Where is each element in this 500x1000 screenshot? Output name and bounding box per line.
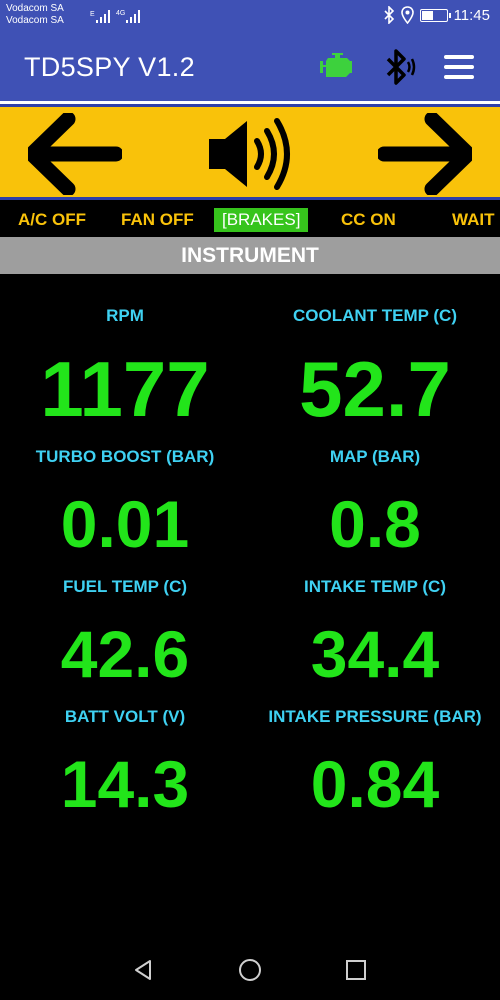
fuel-temp-label: FUEL TEMP (C) [62,577,188,596]
indicator-wait[interactable]: WAIT [452,208,495,232]
arrow-left-icon[interactable] [28,113,122,195]
bluetooth-icon[interactable] [378,47,418,87]
status-right: 11:45 [383,6,490,24]
map-value: 0.8 [329,487,421,561]
battery-icon [419,8,451,22]
rpm-label: RPM [106,306,144,325]
status-bar: Vodacom SA Vodacom SA E 4G 11:45 [0,0,500,33]
bluetooth-status-icon [383,6,394,24]
network-1: E [90,11,95,18]
carrier-1: Vodacom SA [6,3,64,14]
fuel-temp-value: 42.6 [60,617,190,691]
coolant-temp-label: COOLANT TEMP (C) [292,306,457,325]
section-title: INSTRUMENT [0,237,500,274]
turbo-boost-label: TURBO BOOST (BAR) [35,447,215,466]
turbo-boost-value: 0.01 [60,487,190,561]
signal-1-icon: E [90,10,110,23]
intake-temp-value: 34.4 [310,617,440,691]
carrier-2: Vodacom SA [6,15,64,26]
battery-level [421,10,434,20]
control-panel [0,104,500,200]
engine-check-icon[interactable] [314,47,358,87]
signal-2-icon: 4G [116,10,140,23]
speaker-icon[interactable] [205,113,297,195]
intake-pressure-label: INTAKE PRESSURE (BAR) [268,707,482,726]
intake-temp-label: INTAKE TEMP (C) [304,577,446,596]
map-label: MAP (BAR) [329,447,421,466]
batt-volt-value: 14.3 [60,747,190,821]
recents-icon[interactable] [344,958,368,982]
indicator-cruise-control[interactable]: CC ON [341,208,396,232]
network-2: 4G [116,10,125,17]
app-title: TD5SPY V1.2 [24,52,195,82]
indicator-strip: A/C OFF FAN OFF [BRAKES] CC ON WAIT [0,205,500,235]
arrow-right-icon[interactable] [378,113,472,195]
indicator-brakes[interactable]: [BRAKES] [214,208,309,232]
system-nav-bar [0,940,500,1000]
clock: 11:45 [453,6,490,24]
menu-icon[interactable] [440,47,480,87]
carrier-info: Vodacom SA Vodacom SA [6,3,64,27]
app-bar: TD5SPY V1.2 [0,33,500,101]
indicator-ac[interactable]: A/C OFF [18,208,86,232]
intake-pressure-value: 0.84 [310,747,440,821]
back-icon[interactable] [131,958,155,982]
location-icon [400,6,414,24]
batt-volt-label: BATT VOLT (V) [64,707,186,726]
coolant-temp-value: 52.7 [299,345,451,433]
rpm-value: 1177 [40,345,210,433]
home-icon[interactable] [238,958,262,982]
indicator-fan[interactable]: FAN OFF [121,208,194,232]
